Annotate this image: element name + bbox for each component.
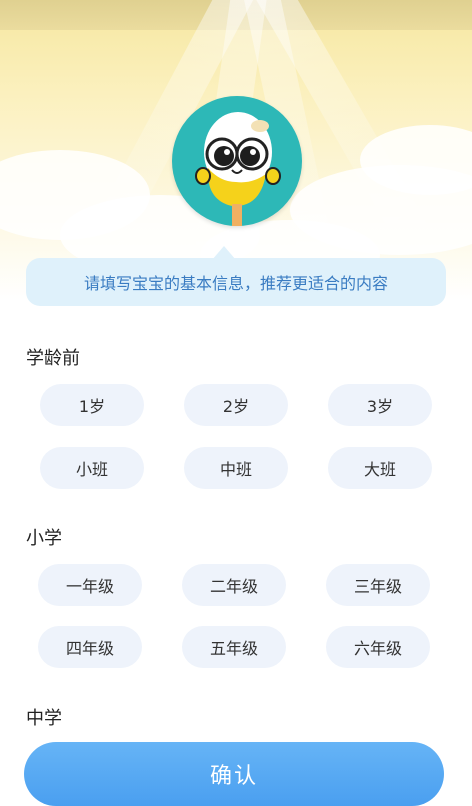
section-title-preschool: 学龄前 (26, 348, 80, 369)
chip-age-1[interactable]: 1岁 (40, 384, 144, 426)
chip-grade-5[interactable]: 五年级 (182, 626, 286, 668)
chip-grade-1[interactable]: 一年级 (38, 564, 142, 606)
chip-grade-3[interactable]: 三年级 (326, 564, 430, 606)
egg-mascot-icon (195, 112, 281, 226)
chip-age-3[interactable]: 3岁 (328, 384, 432, 426)
chip-grade-2[interactable]: 二年级 (182, 564, 286, 606)
info-bubble: 请填写宝宝的基本信息，推荐更适合的内容 (26, 258, 446, 306)
chip-middle-class[interactable]: 中班 (184, 447, 288, 489)
bubble-text: 请填写宝宝的基本信息，推荐更适合的内容 (83, 274, 388, 293)
section-title-middle-school: 中学 (26, 708, 62, 729)
chip-grade-6[interactable]: 六年级 (326, 626, 430, 668)
chip-grade-4[interactable]: 四年级 (38, 626, 142, 668)
confirm-button[interactable]: 确认 (24, 742, 444, 806)
mascot-avatar (172, 96, 302, 226)
chip-small-class[interactable]: 小班 (40, 447, 144, 489)
chip-big-class[interactable]: 大班 (328, 447, 432, 489)
section-title-primary: 小学 (26, 528, 62, 549)
chip-age-2[interactable]: 2岁 (184, 384, 288, 426)
